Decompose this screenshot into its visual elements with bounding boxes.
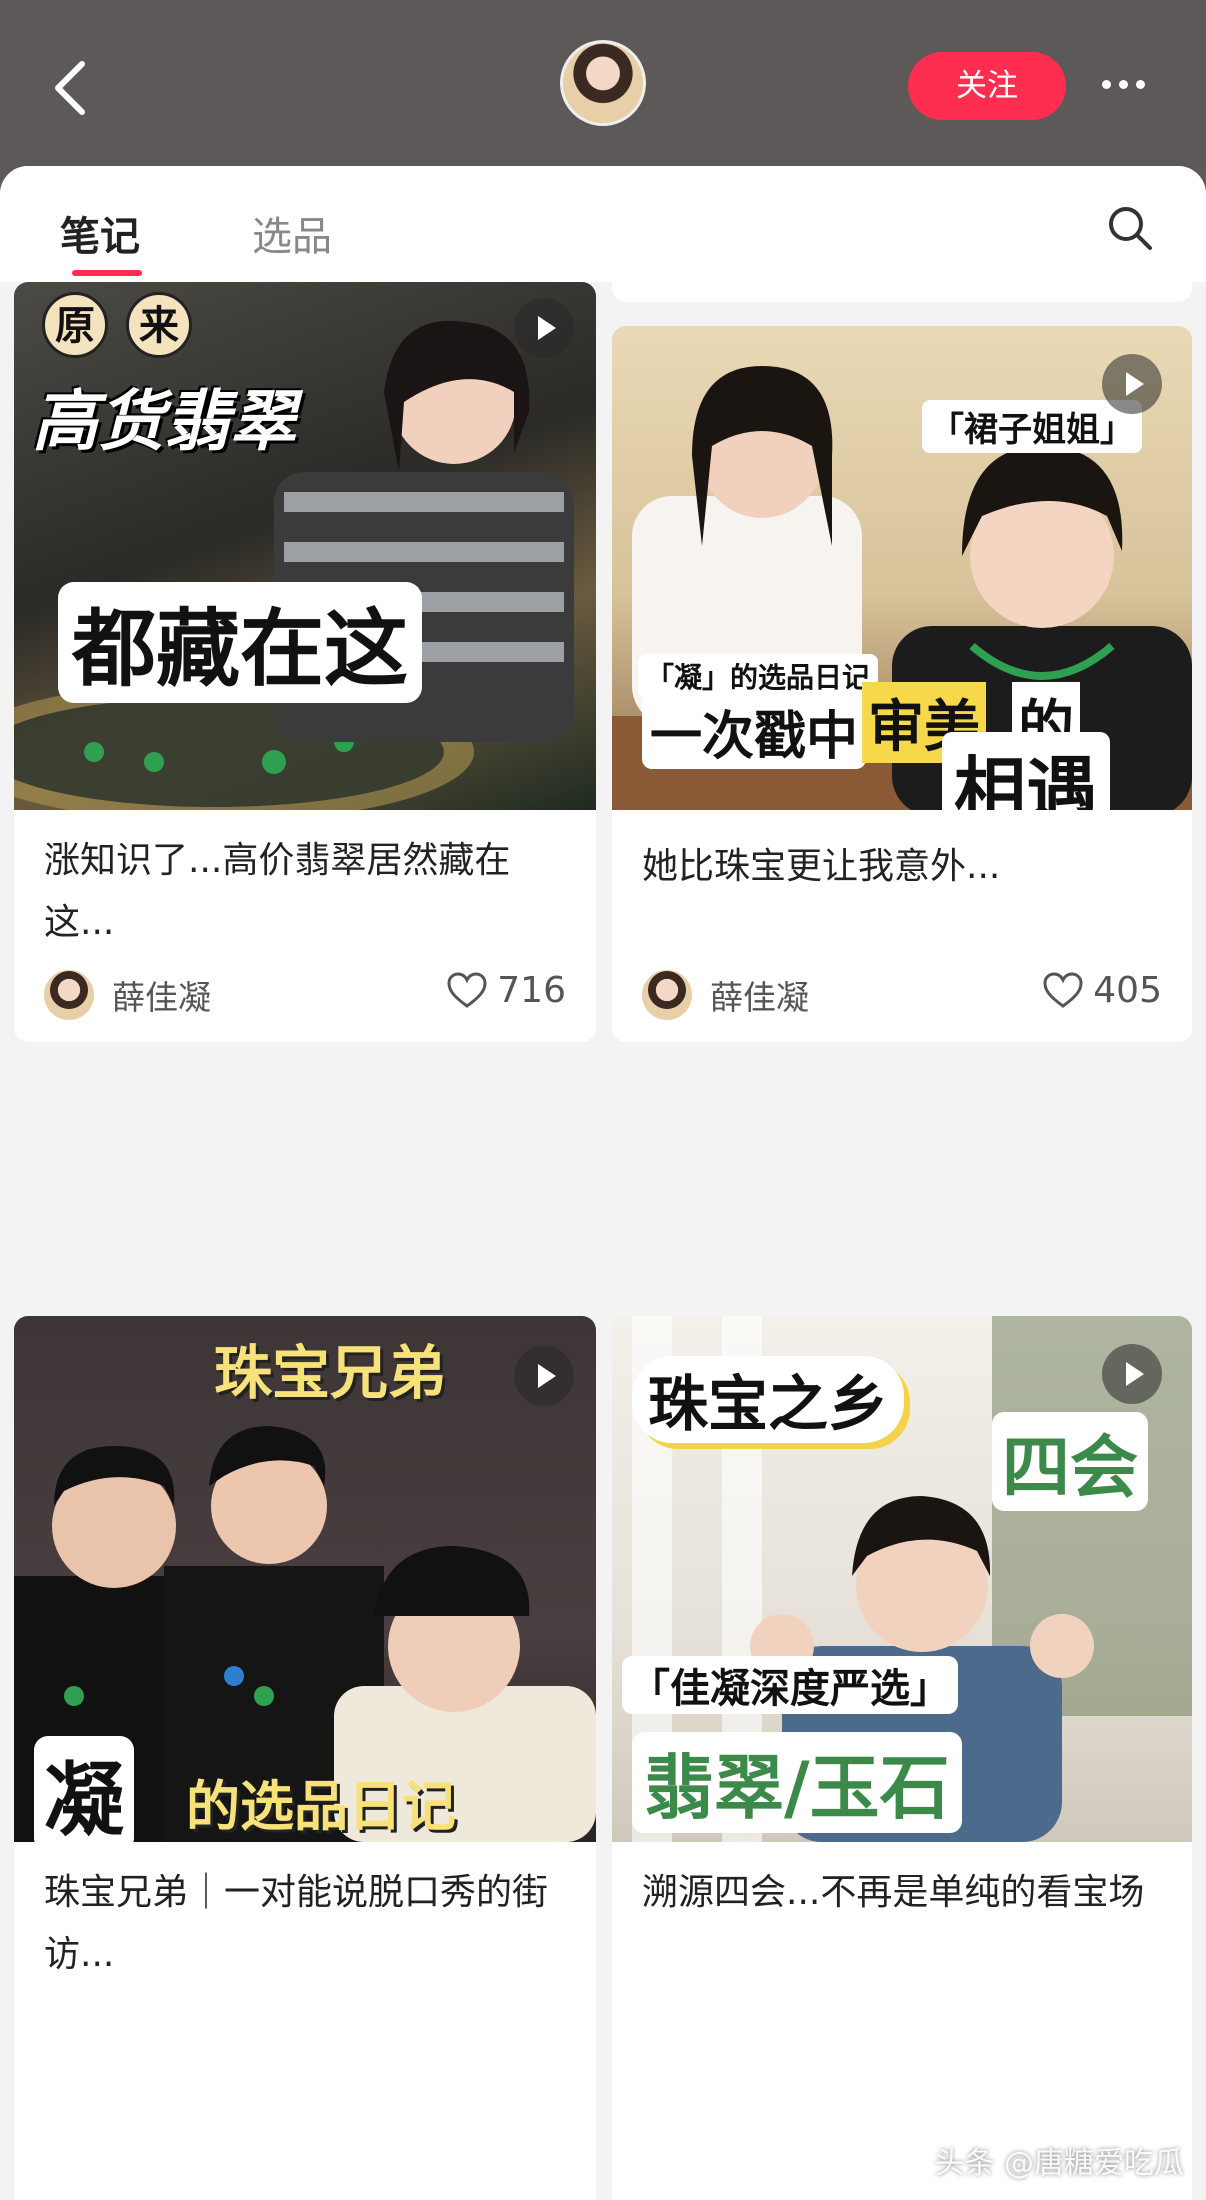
cover-headline: 珠宝兄弟	[214, 1339, 447, 1407]
cover-headline: 的选品日记	[186, 1775, 456, 1838]
card-cover-image: 珠宝之乡 四会 「佳凝深度严选」 翡翠/玉石	[612, 1316, 1192, 1842]
content-sheet: 笔记 选品 原 来 高货翡翠 都藏在这 涨知识了...高价翡翠居然藏在这... …	[0, 166, 1206, 2200]
cover-headline: 四会	[992, 1412, 1149, 1511]
back-icon[interactable]	[48, 58, 92, 118]
cover-headline: 都藏在这	[58, 582, 423, 703]
video-play-icon	[1102, 354, 1162, 414]
heart-icon	[447, 971, 487, 1008]
card-cover-image: 原 来 高货翡翠 都藏在这	[14, 282, 596, 810]
note-card[interactable]: 「裙子姐姐」 「凝」的选品日记 一次戳中 审美 的 相遇 她比珠宝更让我意外..…	[612, 326, 1192, 1042]
tab-products[interactable]: 选品	[252, 204, 332, 262]
note-card[interactable]: 珠宝兄弟 凝 的选品日记 珠宝兄弟｜一对能说脱口秀的街访...	[14, 1316, 596, 2200]
tab-bar: 笔记 选品	[0, 166, 1206, 282]
cover-badge: 原	[42, 292, 108, 358]
cover-headline: 珠宝之乡	[632, 1356, 904, 1443]
author-name: 薛佳凝	[112, 978, 211, 1017]
heart-icon	[1043, 971, 1083, 1008]
card-cover-image: 「裙子姐姐」 「凝」的选品日记 一次戳中 审美 的 相遇	[612, 326, 1192, 810]
cover-headline: 相遇	[942, 732, 1111, 810]
card-author[interactable]: 薛佳凝	[44, 970, 211, 1020]
cover-caption: 「凝」的选品日记	[638, 654, 879, 698]
card-title: 她比珠宝更让我意外...	[642, 846, 1001, 887]
cover-badge: 来	[126, 292, 192, 358]
note-card[interactable]: 原 来 高货翡翠 都藏在这 涨知识了...高价翡翠居然藏在这... 薛佳凝 71…	[14, 282, 596, 1042]
like-count: 405	[1093, 970, 1162, 1011]
cover-headline: 一次戳中	[642, 694, 867, 769]
active-tab-indicator	[72, 270, 142, 276]
cover-illustration	[14, 320, 574, 810]
author-avatar	[642, 970, 692, 1020]
card-title: 涨知识了...高价翡翠居然藏在这...	[44, 840, 511, 943]
video-play-icon	[514, 1346, 574, 1406]
card-cover-image: 珠宝兄弟 凝 的选品日记	[14, 1316, 596, 1842]
video-play-icon	[1102, 1344, 1162, 1404]
cover-headline: 凝	[34, 1736, 134, 1842]
watermark: 头条 @唐糖爱吃瓜	[934, 2146, 1184, 2181]
cover-headline: 高货翡翠	[32, 383, 296, 460]
cover-caption: 「裙子姐姐」	[922, 400, 1142, 453]
cover-headline: 翡翠/玉石	[632, 1732, 962, 1833]
like-count: 716	[497, 970, 566, 1011]
video-play-icon	[514, 298, 574, 358]
cover-caption: 「佳凝深度严选」	[622, 1656, 958, 1714]
follow-button[interactable]: 关注	[908, 52, 1066, 120]
card-title: 溯源四会...不再是单纯的看宝场	[642, 1872, 1145, 1913]
card-author[interactable]: 薛佳凝	[642, 970, 809, 1020]
more-options-icon[interactable]	[1098, 70, 1158, 100]
author-avatar	[44, 970, 94, 1020]
author-name: 薛佳凝	[710, 978, 809, 1017]
profile-avatar[interactable]	[560, 40, 646, 126]
search-icon[interactable]	[1106, 204, 1154, 252]
card-title: 珠宝兄弟｜一对能说脱口秀的街访...	[44, 1872, 549, 1975]
like-button[interactable]: 716	[447, 970, 566, 1011]
note-card[interactable]: 珠宝之乡 四会 「佳凝深度严选」 翡翠/玉石 溯源四会...不再是单纯的看宝场	[612, 1316, 1192, 2200]
previous-card-tail	[612, 282, 1192, 302]
top-bar: 关注	[0, 0, 1206, 168]
tab-notes[interactable]: 笔记	[60, 204, 140, 262]
like-button[interactable]: 405	[1043, 970, 1162, 1011]
